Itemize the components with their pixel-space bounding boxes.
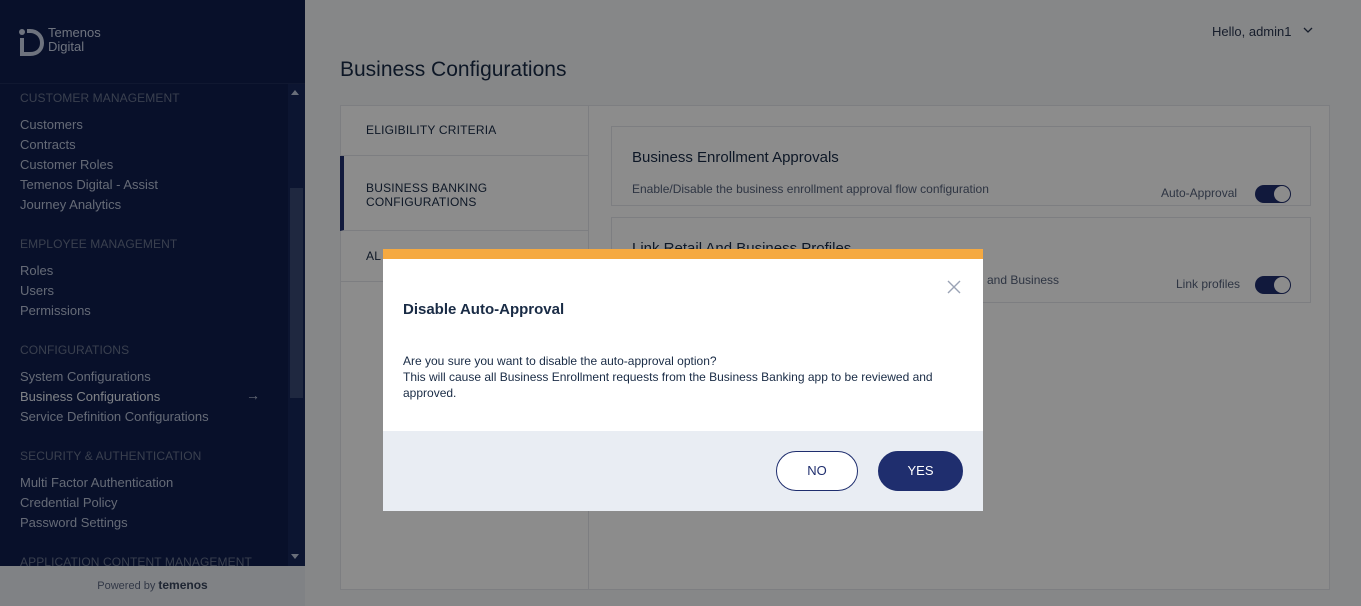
- modal-message-line2: This will cause all Business Enrollment …: [403, 370, 933, 400]
- modal-footer: NO YES: [383, 431, 983, 511]
- disable-auto-approval-dialog: Disable Auto-Approval Are you sure you w…: [383, 249, 983, 511]
- modal-message: Are you sure you want to disable the aut…: [403, 353, 963, 401]
- modal-title: Disable Auto-Approval: [403, 301, 565, 318]
- close-icon[interactable]: [946, 279, 962, 295]
- modal-warning-bar: [383, 249, 983, 259]
- modal-message-line1: Are you sure you want to disable the aut…: [403, 354, 717, 368]
- no-button[interactable]: NO: [776, 451, 858, 491]
- yes-button[interactable]: YES: [878, 451, 963, 491]
